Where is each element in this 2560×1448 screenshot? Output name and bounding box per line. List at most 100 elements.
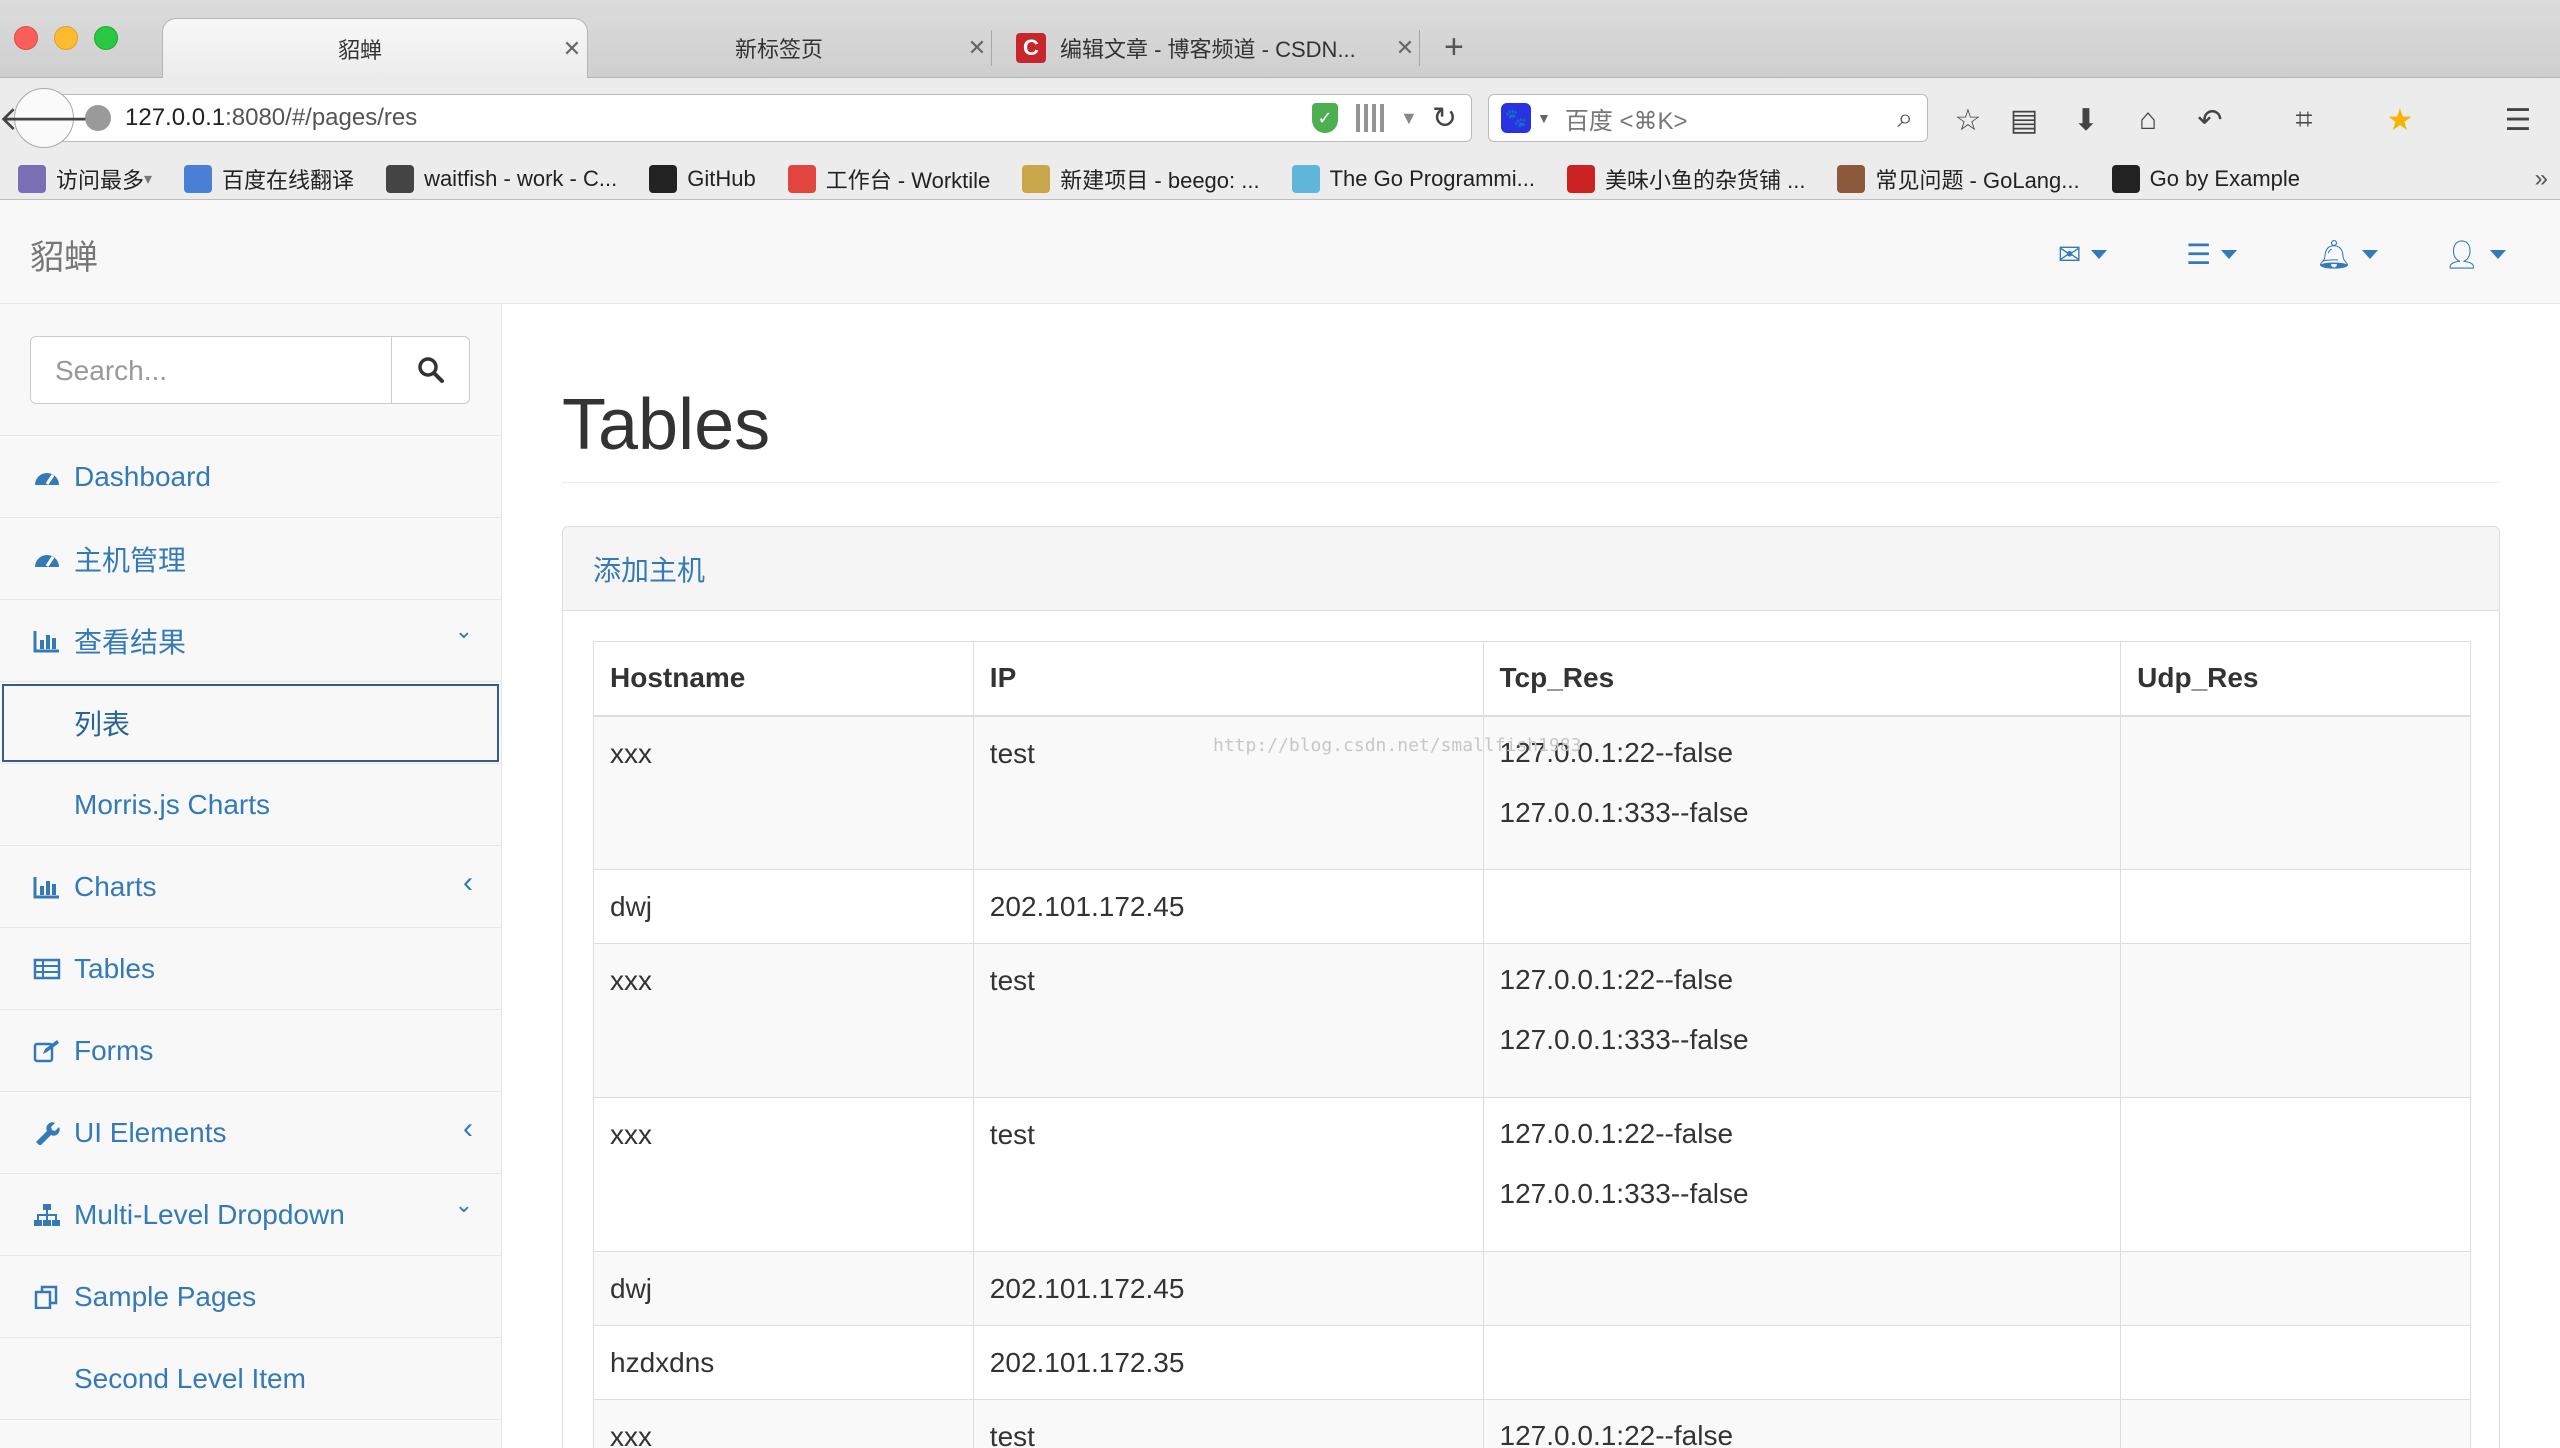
bookmark-item[interactable]: 新建项目 - beego: ... [1022, 163, 1260, 195]
browser-tab[interactable]: 新标签页 ✕ [596, 18, 992, 78]
bookmark-star-icon[interactable]: ☆ [1948, 100, 1988, 140]
table-row: hzdxdns 202.101.172.35 [593, 1325, 2471, 1400]
bookmark-item[interactable]: waitfish - work - C... [386, 164, 617, 193]
alerts-dropdown[interactable]: 🔔︎ [2316, 238, 2378, 271]
cell-ip: test [972, 943, 1484, 1098]
chevron-down-icon: ⌄ [455, 1438, 473, 1448]
sidebar-item[interactable]: Sample Pages [0, 1256, 501, 1338]
bookmark-favicon-icon [2111, 164, 2140, 193]
cell-hostname: xxx [593, 943, 974, 1098]
sidebar-item[interactable]: Third Level ⌄ [0, 1420, 501, 1448]
cell-udp-res [2120, 943, 2471, 1098]
tasks-dropdown[interactable]: ☰ [2186, 238, 2238, 271]
sidebar-item[interactable]: Multi-Level Dropdown ⌄ [0, 1174, 501, 1256]
dropdown-icon[interactable]: ▼ [1400, 108, 1418, 129]
crop-icon[interactable]: ⌗ [2284, 100, 2324, 140]
cell-hostname: dwj [593, 869, 974, 944]
cell-tcp-res: 127.0.0.1:22--false 127.0.0.1:333--false [1482, 1097, 2122, 1252]
chevron-left-icon: ‹ [463, 866, 473, 899]
messages-dropdown[interactable]: ✉ [2058, 238, 2108, 271]
reload-icon[interactable]: ↻ [1432, 101, 1457, 136]
chevron-down-icon: ⌄ [454, 618, 473, 643]
bookmark-item[interactable]: The Go Programmi... [1291, 164, 1535, 193]
url-path: :8080/#/pages/res [225, 104, 418, 131]
tab-close-icon[interactable]: ✕ [1390, 35, 1420, 61]
sidebar-item[interactable]: Dashboard [0, 436, 501, 518]
app-top-navbar: 貂蝉 ✉ ☰ 🔔︎ 👤︎ [0, 200, 2560, 304]
sidebar-item[interactable]: UI Elements ‹ [0, 1092, 501, 1174]
sidebar-item[interactable]: 列表 [0, 682, 501, 764]
baidu-icon[interactable]: 🐾 [1501, 103, 1531, 133]
user-dropdown[interactable]: 👤︎ [2444, 238, 2506, 271]
close-window-button[interactable] [14, 26, 38, 50]
reading-list-icon[interactable]: ▤ [2004, 100, 2044, 140]
hamburger-menu-icon[interactable]: ☰ [2498, 100, 2538, 140]
sidebar-item[interactable]: Forms [0, 1010, 501, 1092]
minimize-window-button[interactable] [54, 26, 78, 50]
bell-icon: 🔔︎ [2316, 239, 2352, 270]
magnifier-icon[interactable]: ⌕ [1897, 102, 1913, 135]
sidebar-item[interactable]: Tables [0, 928, 501, 1010]
table-row: dwj 202.101.172.45 [593, 1251, 2471, 1326]
bookmark-favicon-icon [184, 164, 213, 193]
bookmark-item[interactable]: 美味小鱼的杂货铺 ... [1566, 163, 1805, 195]
dropdown-icon[interactable]: ▼ [1537, 110, 1551, 126]
undo-icon[interactable]: ↶ [2190, 100, 2230, 140]
tab-close-icon[interactable]: ✕ [962, 35, 992, 61]
bookmark-item[interactable]: 常见问题 - GoLang... [1837, 163, 2080, 195]
sidebar-item-label: Second Level Item [74, 1362, 306, 1394]
edit-icon [32, 1036, 62, 1066]
browser-tab-active[interactable]: 貂蝉 ✕ [162, 18, 588, 78]
sidebar-item[interactable]: 主机管理 [0, 518, 501, 600]
browser-tab-strip: 貂蝉 ✕ 新标签页 ✕ C 编辑文章 - 博客频道 - CSDN... ✕ + [0, 0, 2560, 78]
download-icon[interactable]: ⬇ [2066, 100, 2106, 140]
sidebar-item-label: 查看结果 [74, 626, 187, 658]
cell-tcp-res: 127.0.0.1:22--false [1482, 1399, 2122, 1448]
bar-chart-icon [32, 626, 62, 656]
tcp-result-line: 127.0.0.1:22--false [1499, 1420, 1734, 1448]
browser-tab[interactable]: C 编辑文章 - 博客频道 - CSDN... ✕ [1016, 18, 1420, 78]
cell-hostname: xxx [593, 1399, 974, 1448]
cell-udp-res [2120, 1251, 2471, 1326]
search-input[interactable]: Search... [30, 336, 392, 404]
bookmark-item[interactable]: 工作台 - Worktile [787, 163, 990, 195]
sidebar-item[interactable]: 查看结果 ⌄ [0, 600, 501, 682]
bookmark-favicon-icon [1837, 164, 1866, 193]
tasks-icon: ☰ [2186, 239, 2212, 270]
bookmark-label: Go by Example [2149, 165, 2301, 191]
bookmark-label: 百度在线翻译 [222, 167, 355, 193]
cell-ip: test [972, 1399, 1484, 1448]
home-icon[interactable]: ⌂ [2128, 100, 2168, 140]
back-button[interactable]: 🡐 [0, 88, 90, 148]
chevron-left-icon: ‹ [463, 1112, 473, 1145]
new-tab-button[interactable]: + [1444, 28, 1464, 67]
bookmark-item[interactable]: GitHub [649, 164, 756, 193]
tcp-result-line: 127.0.0.1:22--false [1499, 1118, 1734, 1149]
cell-tcp-res: 127.0.0.1:22--false 127.0.0.1:333--false [1482, 943, 2122, 1098]
extension-star-icon[interactable]: ★ [2380, 100, 2420, 140]
sidebar-item[interactable]: Second Level Item [0, 1338, 501, 1420]
bar-chart-icon [32, 872, 62, 902]
bookmark-item[interactable]: 访问最多 ▾ [18, 163, 152, 195]
bookmark-item[interactable]: 百度在线翻译 [184, 163, 354, 195]
qr-code-icon[interactable] [1356, 104, 1385, 132]
sidebar-item[interactable]: Morris.js Charts [0, 764, 501, 846]
cell-udp-res [2120, 1097, 2471, 1252]
search-button[interactable] [392, 336, 470, 404]
tcp-result-line: 127.0.0.1:333--false [1499, 1178, 1749, 1209]
maximize-window-button[interactable] [94, 26, 118, 50]
bookmarks-overflow-icon[interactable]: » [2535, 165, 2548, 193]
hosts-panel: 添加主机 Hostname IP Tcp_Res Udp_Res xxx test… [562, 526, 2500, 1448]
tab-close-icon[interactable]: ✕ [557, 36, 587, 62]
shield-icon[interactable]: ✓ [1312, 103, 1339, 133]
cell-ip: 202.101.172.45 [972, 869, 1484, 944]
add-host-link[interactable]: 添加主机 [593, 549, 705, 589]
brand-title[interactable]: 貂蝉 [30, 230, 98, 279]
search-engine-bar[interactable]: 🐾 ▼ 百度 <⌘K> ⌕ [1488, 94, 1928, 142]
table-row: dwj 202.101.172.45 [593, 869, 2471, 944]
url-bar[interactable]: 127.0.0.1:8080/#/pages/res ✓ ▼ ↻ [58, 94, 1472, 142]
bookmark-item[interactable]: Go by Example [2111, 164, 2301, 193]
sidebar-item[interactable]: Charts ‹ [0, 846, 501, 928]
main-content: Tables 添加主机 Hostname IP Tcp_Res Udp_Res … [502, 304, 2560, 1448]
cell-udp-res [2120, 1325, 2471, 1400]
